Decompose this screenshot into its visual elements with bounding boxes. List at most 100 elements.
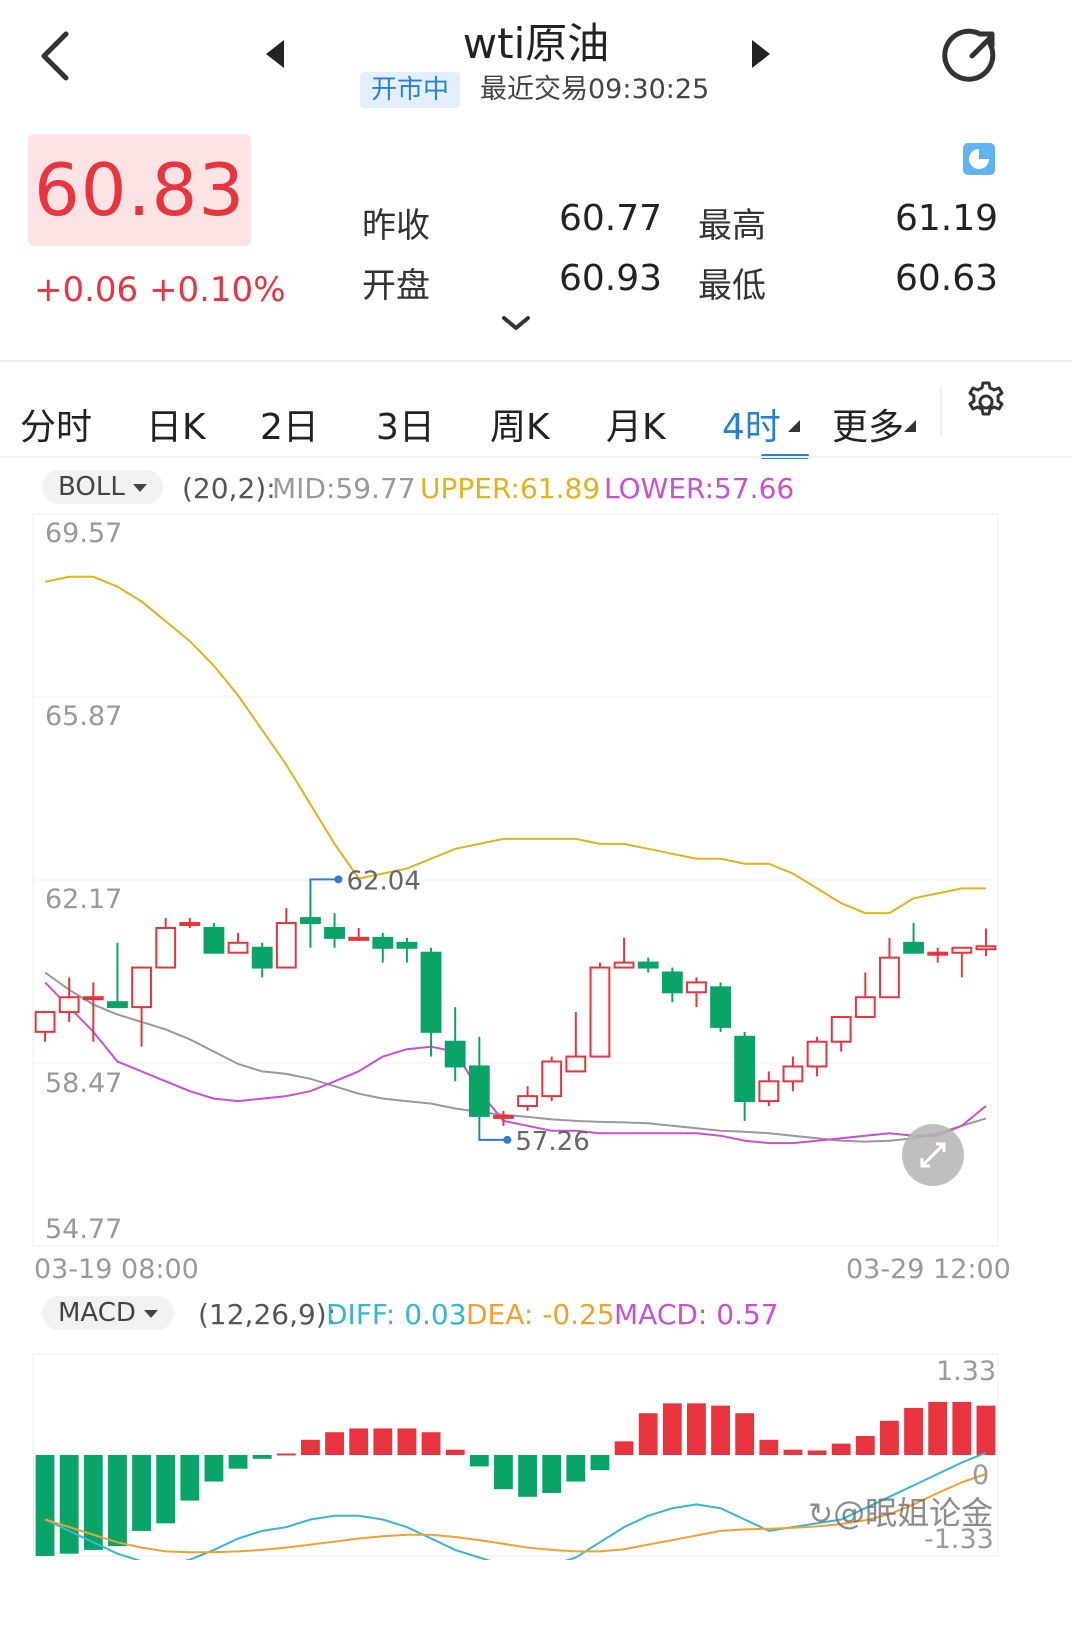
high-label: 最高 xyxy=(698,206,766,246)
candle-body xyxy=(613,961,635,969)
macd-histogram-bar xyxy=(349,1428,369,1455)
candle-body xyxy=(830,1016,852,1043)
tab-divider xyxy=(940,386,942,436)
candle-body xyxy=(517,1095,538,1108)
candle-body xyxy=(203,926,225,954)
macd-histogram-bar xyxy=(952,1401,972,1455)
candle-body xyxy=(903,941,924,954)
macd-histogram-bar xyxy=(518,1455,537,1497)
macd-histogram-bar xyxy=(542,1455,562,1493)
candle-body xyxy=(710,986,731,1028)
macd-histogram-bar xyxy=(614,1441,634,1455)
last-trade-time: 最近交易09:30:25 xyxy=(480,74,710,105)
max-marker-line xyxy=(309,878,339,894)
tab-2-day[interactable]: 2日 xyxy=(260,398,319,450)
candle-body xyxy=(396,941,418,949)
macd-histogram-bar xyxy=(638,1413,658,1455)
macd-histogram-bar xyxy=(855,1436,875,1455)
boll-mid-line xyxy=(44,971,987,1143)
section-divider xyxy=(0,360,1072,362)
macd-histogram-bar xyxy=(880,1420,899,1455)
price-change: +0.06 +0.10% xyxy=(34,270,286,310)
macd-histogram-bar xyxy=(807,1450,827,1455)
macd-histogram-bar xyxy=(711,1405,730,1455)
x-axis-end-date: 03-29 12:00 xyxy=(846,1254,1011,1285)
tab-daily-k[interactable]: 日K xyxy=(146,398,206,450)
open-value: 60.93 xyxy=(558,258,662,299)
tab-4-hour[interactable]: 4时 xyxy=(722,398,781,450)
tab-more[interactable]: 更多 xyxy=(832,398,904,450)
candle-body xyxy=(589,966,611,1058)
macd-histogram-bar xyxy=(276,1453,296,1456)
candle-body xyxy=(34,1011,56,1033)
macd-histogram-bar xyxy=(566,1455,586,1482)
expand-arrows-icon xyxy=(920,1142,946,1168)
tab-fenshi[interactable]: 分时 xyxy=(20,398,92,450)
candle-body xyxy=(155,926,177,969)
candle-body xyxy=(854,996,876,1019)
fullscreen-button[interactable] xyxy=(902,1124,964,1186)
min-marker-line xyxy=(478,1125,508,1141)
macd-histogram-bar xyxy=(180,1455,200,1501)
max-price-label: 62.04 xyxy=(346,866,420,896)
boll-params: (20,2): xyxy=(182,472,276,505)
macd-dea-text: DEA: -0.25 xyxy=(466,1298,615,1331)
macd-indicator-button[interactable]: MACD xyxy=(42,1296,174,1330)
macd-diff-text: DIFF: 0.03 xyxy=(326,1298,467,1331)
macd-histogram-bar xyxy=(421,1432,441,1455)
tab-more-dropdown-icon[interactable] xyxy=(904,420,916,432)
candle-body xyxy=(179,922,201,927)
candle-body xyxy=(251,946,273,969)
tab-4-hour-dropdown-icon[interactable] xyxy=(788,420,800,432)
macd-histogram-bar xyxy=(35,1455,55,1556)
max-marker-dot xyxy=(334,875,343,884)
boll-dropdown-icon xyxy=(132,483,147,492)
candle-body xyxy=(927,951,949,956)
settings-gear-icon[interactable] xyxy=(964,380,1008,424)
candle-body xyxy=(661,971,683,994)
macd-histogram-bar xyxy=(397,1428,417,1455)
low-value: 60.63 xyxy=(894,258,998,299)
macd-histogram-bar xyxy=(687,1403,706,1455)
candle-body xyxy=(82,996,104,1001)
tab-monthly-k[interactable]: 月K xyxy=(606,398,666,450)
candle-body xyxy=(493,1114,514,1119)
candle-body xyxy=(444,1040,466,1068)
candle-body xyxy=(131,966,152,1009)
candle-body xyxy=(420,951,442,1033)
low-label: 最低 xyxy=(698,266,766,306)
tab-weekly-k[interactable]: 周K xyxy=(490,398,550,450)
macd-dropdown-icon xyxy=(143,1309,158,1318)
macd-histogram-bar xyxy=(301,1439,320,1455)
macd-histogram-bar xyxy=(59,1455,79,1554)
boll-mid-text: MID:59.77 xyxy=(272,472,416,505)
period-tabs: 分时 日K 2日 3日 周K 月K 4时 更多 xyxy=(0,368,1072,468)
next-instrument-icon[interactable] xyxy=(748,38,772,70)
watermark: ↻@眠姐论金 xyxy=(808,1494,994,1532)
boll-lower-text: LOWER:57.66 xyxy=(604,472,795,505)
tab-3-day[interactable]: 3日 xyxy=(376,398,435,450)
prev-close-label: 昨收 xyxy=(362,206,430,246)
macd-histogram-bar xyxy=(928,1401,948,1455)
macd-histogram-bar xyxy=(204,1455,224,1482)
last-price: 60.83 xyxy=(34,148,246,232)
candle-body xyxy=(734,1035,756,1103)
macd-histogram-bar xyxy=(735,1413,755,1455)
pie-chart-icon[interactable] xyxy=(962,142,996,176)
y-axis-label-5: 54.77 xyxy=(45,1214,123,1245)
candle-body xyxy=(975,945,997,951)
macd-histogram-bar xyxy=(108,1455,127,1547)
macd-y-label-top: 1.33 xyxy=(936,1356,997,1387)
macd-histogram-bar xyxy=(904,1407,923,1455)
macd-histogram-bar xyxy=(132,1455,151,1531)
instrument-title: wti原油 xyxy=(462,19,610,68)
candle-body xyxy=(372,936,394,949)
price-box: 60.83 xyxy=(28,134,251,246)
y-axis-label-3: 62.17 xyxy=(45,884,123,915)
refresh-icon[interactable] xyxy=(940,24,1004,88)
boll-indicator-button[interactable]: BOLL xyxy=(42,470,163,504)
macd-histogram-bar xyxy=(831,1443,851,1455)
y-axis-label-2: 65.87 xyxy=(45,701,123,732)
expand-quote-chevron-icon[interactable] xyxy=(500,314,532,332)
boll-upper-text: UPPER:61.89 xyxy=(420,472,601,505)
